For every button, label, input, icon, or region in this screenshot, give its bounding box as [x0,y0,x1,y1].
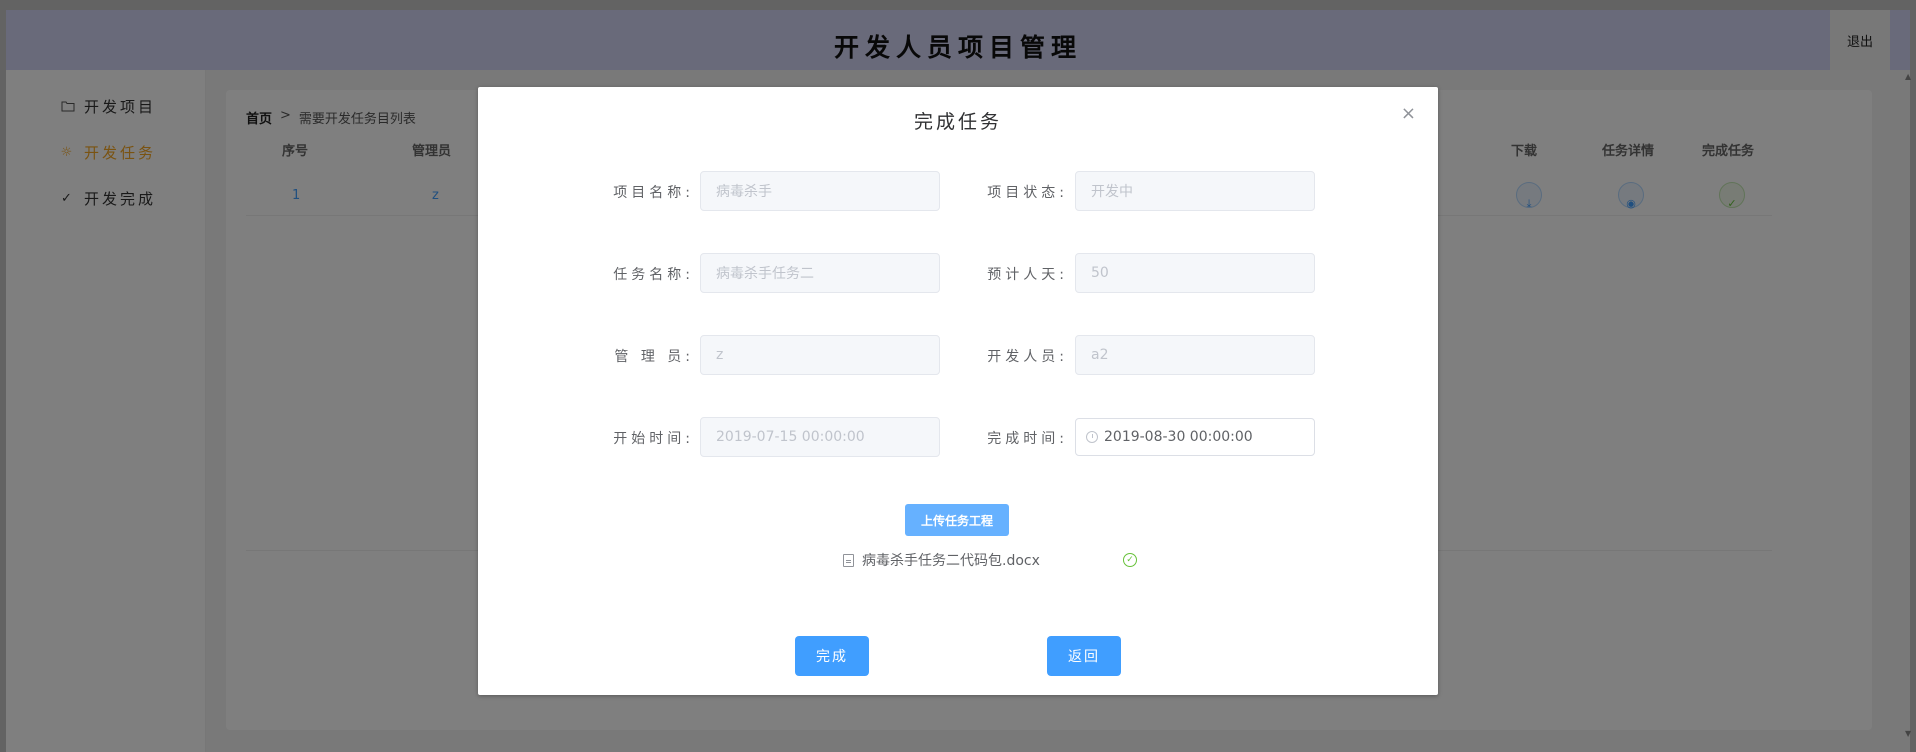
document-icon [843,553,854,567]
upload-project-button[interactable]: 上传任务工程 [905,504,1009,536]
scrollbar[interactable]: ▲ ▼ [1902,70,1916,740]
end-time-picker[interactable]: 2019-08-30 00:00:00 [1075,418,1315,456]
project-status-label: 项目状态: [987,185,1068,201]
project-name-field[interactable]: 病毒杀手 [700,171,940,211]
estimated-days-label: 预计人天: [987,267,1068,283]
dialog-title: 完成任务 [913,111,1002,133]
project-status-field[interactable]: 开发中 [1075,171,1315,211]
start-time-field[interactable]: 2019-07-15 00:00:00 [700,417,940,457]
developer-label: 开发人员: [987,349,1068,365]
close-icon[interactable]: × [1401,103,1416,124]
back-button[interactable]: 返回 [1047,636,1121,676]
start-time-label: 开始时间: [613,431,694,447]
end-time-label: 完成时间: [987,431,1068,447]
estimated-days-field[interactable]: 50 [1075,253,1315,293]
upload-success-icon: ✓ [1123,553,1137,567]
file-name: 病毒杀手任务二代码包.docx [862,553,1040,569]
complete-task-dialog: 完成任务 × 项目名称: 病毒杀手 项目状态: 开发中 任务名称: 病毒杀手任务… [478,87,1438,695]
uploaded-file-item[interactable]: 病毒杀手任务二代码包.docx ✓ [843,550,1143,570]
end-time-value: 2019-08-30 00:00:00 [1104,429,1253,445]
scroll-up-icon[interactable]: ▲ [1905,72,1911,81]
task-name-field[interactable]: 病毒杀手任务二 [700,253,940,293]
manager-field[interactable]: z [700,335,940,375]
task-name-label: 任务名称: [613,267,694,283]
developer-field[interactable]: a2 [1075,335,1315,375]
project-name-label: 项目名称: [613,185,694,201]
scroll-down-icon[interactable]: ▼ [1905,729,1911,738]
manager-label: 管 理 员: [614,349,694,365]
finish-button[interactable]: 完成 [795,636,869,676]
clock-icon [1086,431,1098,443]
